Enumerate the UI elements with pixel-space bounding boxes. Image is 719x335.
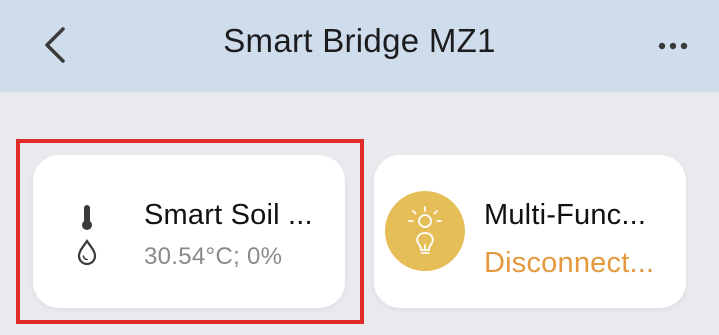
more-button[interactable] [649, 26, 697, 66]
device-name: Multi-Func... [484, 199, 647, 231]
header-bar: Smart Bridge MZ1 [0, 0, 719, 92]
page-title: Smart Bridge MZ1 [223, 22, 496, 59]
thermometer-droplet-icon [77, 205, 97, 266]
device-name: Smart Soil ... [144, 199, 313, 231]
connection-status: Disconnect... [484, 247, 655, 279]
device-card-smart-soil[interactable]: Smart Soil ... 30.54°C; 0% [33, 155, 345, 308]
device-icon-badge [385, 191, 465, 271]
device-card-multi-function[interactable]: Multi-Func... Disconnect... [374, 155, 686, 308]
device-reading: 30.54°C; 0% [144, 243, 283, 270]
device-list-screen: Smart Bridge MZ1 Smart Soil ... 30.54°C;… [0, 0, 719, 335]
bulb-icon [408, 206, 442, 254]
ellipsis-icon [658, 42, 688, 50]
